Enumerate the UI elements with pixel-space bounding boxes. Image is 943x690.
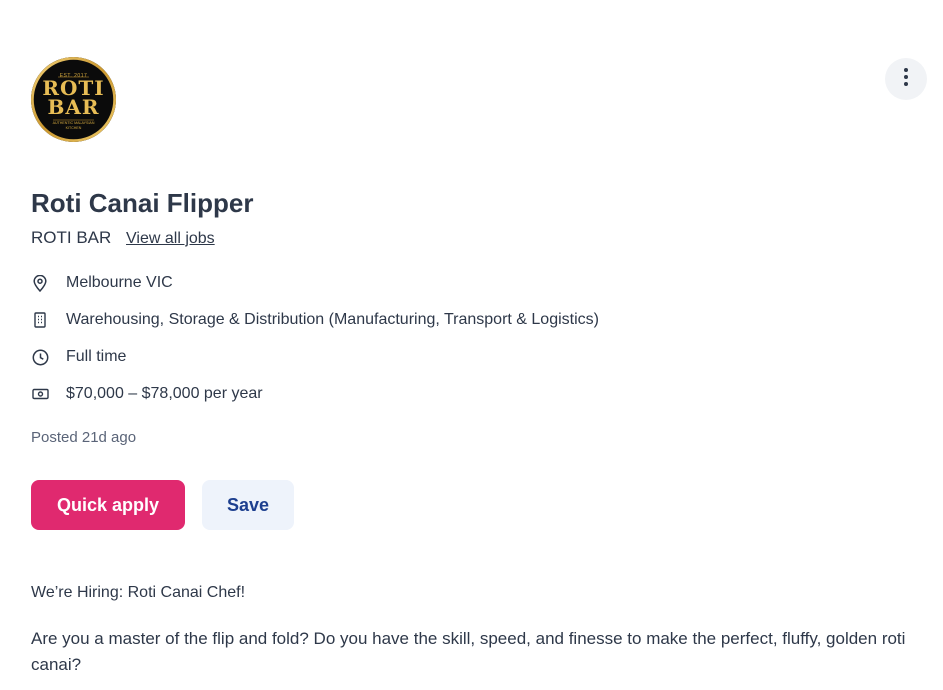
building-icon [31,311,49,329]
job-salary: $70,000 – $78,000 per year [31,382,263,406]
job-category-text: Warehousing, Storage & Distribution (Man… [66,311,599,328]
posted-date: Posted 21d ago [31,429,137,446]
job-location: Melbourne VIC [31,271,173,295]
logo-tagline-bottom: AUTHENTIC MALAYSIAN KITCHEN [52,121,95,130]
money-icon [31,385,49,403]
more-vertical-icon [903,67,909,92]
job-category: Warehousing, Storage & Distribution (Man… [31,308,599,332]
save-button[interactable]: Save [202,480,294,530]
job-location-text: Melbourne VIC [66,274,173,291]
view-all-jobs-link[interactable]: View all jobs [126,230,215,247]
job-details-page: EST. 2017 ROTI BAR AUTHENTIC MALAYSIAN K… [0,0,943,690]
logo-brand-text: ROTI BAR [42,76,105,119]
location-pin-icon [31,274,49,292]
job-work-type-text: Full time [66,348,127,365]
company-line: ROTI BAR View all jobs [31,227,215,250]
job-title: Roti Canai Flipper [31,188,254,218]
description-heading: We’re Hiring: Roti Canai Chef! [31,584,246,601]
job-salary-text: $70,000 – $78,000 per year [66,385,263,402]
description-intro: Are you a master of the flip and fold? D… [31,629,906,674]
company-logo: EST. 2017 ROTI BAR AUTHENTIC MALAYSIAN K… [31,57,116,142]
clock-icon [31,348,49,366]
quick-apply-button[interactable]: Quick apply [31,480,185,530]
company-name: ROTI BAR [31,228,112,247]
more-options-button[interactable] [885,58,927,100]
job-work-type: Full time [31,345,126,369]
